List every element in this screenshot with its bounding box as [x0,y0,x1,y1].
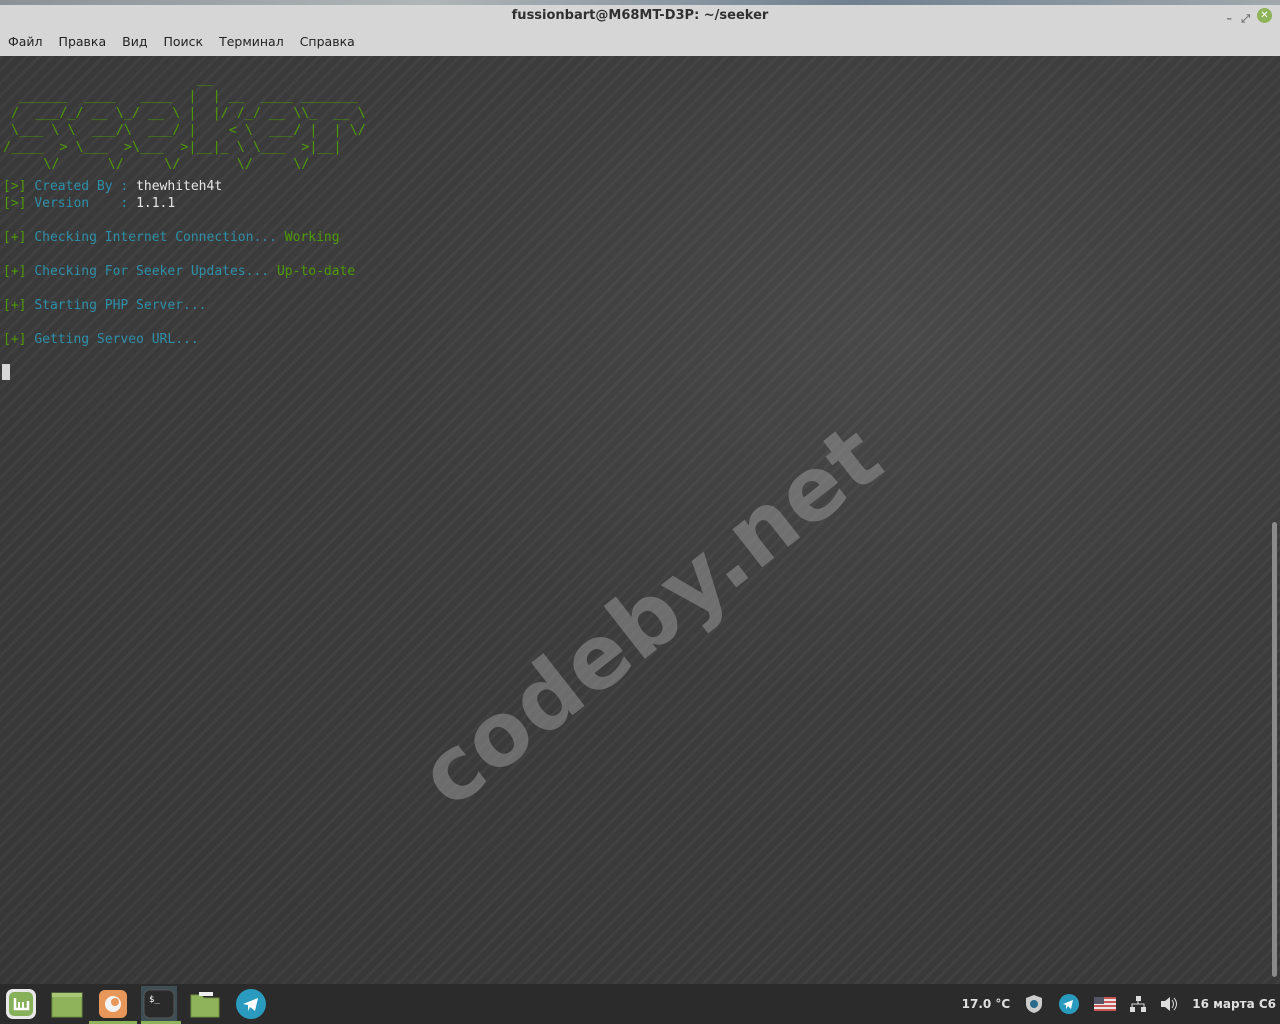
step-status: Working [284,230,340,245]
step-text: Starting PHP Server... [34,298,207,313]
firefox-icon[interactable] [89,986,137,1024]
menu-file[interactable]: Файл [8,34,43,49]
system-tray: 17.0 °C 16 марта С6 [962,984,1276,1024]
scrollbar[interactable] [1272,522,1277,977]
step-prefix: [+] [3,298,27,313]
telegram-icon[interactable] [233,986,269,1022]
version-label: Version : [34,196,129,211]
seeker-banner: __ ______ ____ ____ | | __ ____ _______ … [3,72,366,172]
title-bar[interactable]: fussionbart@M68MT-D3P: ~/seeker – ⤢ ✕ [0,5,1280,27]
step-prefix: [+] [3,332,27,347]
window-title: fussionbart@M68MT-D3P: ~/seeker [511,8,769,23]
menu-help[interactable]: Справка [300,34,355,49]
terminal-output: [>] Created By : thewhiteh4t [>] Version… [3,178,355,348]
keyboard-layout-flag-icon[interactable] [1094,997,1117,1011]
step-text: Getting Serveo URL... [34,332,199,347]
step-status: Up-to-date [276,264,356,279]
menu-view[interactable]: Вид [122,34,147,49]
menu-bar: Файл Правка Вид Поиск Терминал Справка [0,27,1280,56]
step-prefix: [+] [3,230,27,245]
prompt-prefix: [>] [3,179,27,194]
created-value: thewhiteh4t [136,179,223,194]
menu-terminal[interactable]: Терминал [219,34,284,49]
version-value: 1.1.1 [136,196,176,211]
clock[interactable]: 16 марта С6 [1192,997,1276,1011]
minimize-button[interactable]: – [1227,8,1233,30]
volume-icon[interactable] [1160,996,1178,1012]
network-icon[interactable] [1130,996,1147,1012]
step-prefix: [+] [3,264,27,279]
created-label: Created By : [34,179,129,194]
update-shield-icon[interactable] [1024,994,1044,1014]
weather-temperature[interactable]: 17.0 °C [962,997,1011,1011]
terminal-area[interactable]: codeby.net __ ______ ____ ____ | | __ __… [0,56,1280,984]
telegram-tray-icon[interactable] [1058,993,1080,1015]
terminal-window: fussionbart@M68MT-D3P: ~/seeker – ⤢ ✕ Фа… [0,5,1280,984]
show-desktop-icon[interactable] [49,986,85,1022]
files-icon[interactable] [187,986,223,1022]
step-text: Checking For Seeker Updates... [34,264,270,279]
terminal-icon[interactable]: $_ [141,986,181,1024]
prompt-prefix: [>] [3,196,27,211]
close-button[interactable]: ✕ [1257,8,1272,23]
mint-menu-icon[interactable] [3,986,39,1022]
menu-search[interactable]: Поиск [163,34,203,49]
watermark: codeby.net [400,404,902,828]
svg-text:$_: $_ [149,995,160,1005]
menu-edit[interactable]: Правка [59,34,107,49]
step-text: Checking Internet Connection... [34,230,277,245]
maximize-button[interactable]: ⤢ [1241,8,1250,30]
terminal-cursor [2,364,10,380]
taskbar: $_ 17.0 °C 16 марта С6 [0,984,1280,1024]
